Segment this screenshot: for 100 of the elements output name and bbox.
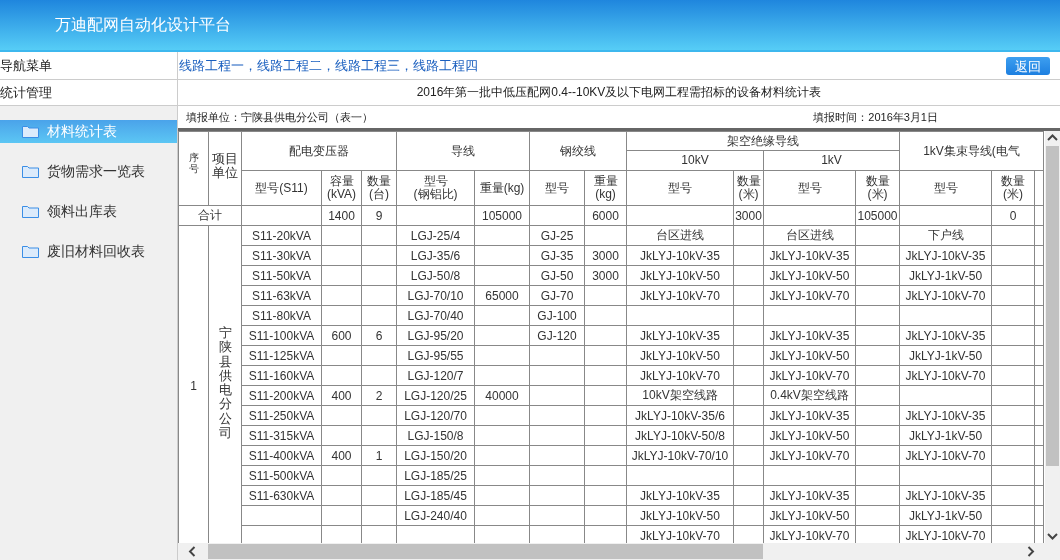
table-cell: JkLYJ-10kV-50 <box>769 508 850 523</box>
column-header: 数量 (米) <box>1001 174 1025 201</box>
table-cell: LGJ-95/55 <box>407 348 464 363</box>
total-value: 105000 <box>482 208 523 223</box>
table-cell: JkLYJ-10kV-70 <box>905 448 986 463</box>
back-button[interactable]: 返回 <box>1006 56 1050 75</box>
table-cell: 台区进线 <box>656 228 704 242</box>
table-cell: GJ-70 <box>540 288 574 303</box>
table-cell: JkLYJ-10kV-50/8 <box>635 428 725 443</box>
table-cell: JkLYJ-10kV-35 <box>769 408 850 423</box>
fill-date: 填报时间：2016年3月1日 <box>813 109 938 125</box>
table-cell: JkLYJ-10kV-70 <box>905 368 986 383</box>
column-header: 导线 <box>451 143 475 158</box>
table-cell: JkLYJ-10kV-50 <box>769 348 850 363</box>
table-cell: LGJ-185/25 <box>404 468 467 483</box>
section-label: 统计管理 <box>0 83 52 102</box>
table-cell: LGJ-35/6 <box>410 248 461 263</box>
table-cell: LGJ-70/40 <box>407 308 464 323</box>
table-cell: LGJ-50/8 <box>410 268 461 283</box>
project-link[interactable]: 线路工程二 <box>257 56 322 75</box>
folder-icon <box>22 165 39 178</box>
sidebar-item[interactable]: 废旧材料回收表 <box>0 240 177 263</box>
table-cell: JkLYJ-10kV-35 <box>769 328 850 343</box>
table-cell: S11-250kVA <box>248 408 315 423</box>
column-header: 数量 (台) <box>367 174 391 201</box>
total-value: 9 <box>375 208 383 223</box>
table-cell: JkLYJ-1kV-50 <box>908 268 983 283</box>
table-cell: JkLYJ-1kV-50 <box>908 348 983 363</box>
column-header: 型号 <box>668 180 692 195</box>
table-cell: JkLYJ-1kV-50 <box>908 508 983 523</box>
table-cell: LGJ-150/20 <box>404 448 467 463</box>
link-separator: ， <box>244 56 257 75</box>
column-header: 容量 (kVA) <box>326 174 357 201</box>
table-cell: GJ-35 <box>540 248 574 263</box>
table-cell: S11-160kVA <box>248 368 315 383</box>
table-cell: 2 <box>375 388 383 403</box>
total-value: 6000 <box>592 208 619 223</box>
folder-icon <box>22 245 39 258</box>
folder-icon <box>22 125 39 138</box>
table-cell: 40000 <box>485 388 519 403</box>
table-cell: 0.4kV架空线路 <box>770 388 849 402</box>
column-header: 数量 (米) <box>865 174 890 201</box>
project-link[interactable]: 线路工程一 <box>179 56 244 75</box>
table-cell: JkLYJ-10kV-35 <box>905 328 986 343</box>
column-header: 型号 <box>797 180 822 195</box>
column-header: 型号 <box>545 180 569 195</box>
table-cell: JkLYJ-10kV-70 <box>905 528 986 543</box>
table-cell: JkLYJ-10kV-70 <box>640 368 720 383</box>
report-title: 2016年第一批中低压配网0.4--10KV及以下电网工程需招标的设备材料统计表 <box>416 84 822 101</box>
table-cell: JkLYJ-10kV-35 <box>769 488 850 503</box>
sidebar-item[interactable]: 货物需求一览表 <box>0 160 177 183</box>
table-cell: 10kV架空线路 <box>642 388 718 402</box>
table-cell: JkLYJ-10kV-35 <box>905 248 986 263</box>
total-label: 合计 <box>198 208 222 222</box>
table-cell: 65000 <box>485 288 519 303</box>
project-link[interactable]: 线路工程三 <box>335 56 400 75</box>
table-cell: JkLYJ-10kV-70 <box>640 528 720 543</box>
table-cell: GJ-120 <box>537 328 577 343</box>
total-value: 3000 <box>735 208 762 223</box>
table-cell: JkLYJ-10kV-50 <box>640 508 720 523</box>
table-cell: LGJ-120/70 <box>404 408 467 423</box>
table-cell: 6 <box>375 328 383 343</box>
table-cell: JkLYJ-10kV-35/6 <box>635 408 725 423</box>
table-cell: GJ-25 <box>540 228 574 243</box>
table-cell: GJ-100 <box>537 308 577 323</box>
table-cell: S11-80kVA <box>252 308 311 323</box>
table-cell: 3000 <box>592 248 619 263</box>
sidebar-item[interactable]: 领料出库表 <box>0 200 177 223</box>
column-header: 架空绝缘导线 <box>727 133 799 148</box>
table-cell: JkLYJ-10kV-35 <box>640 328 720 343</box>
table-cell: JkLYJ-10kV-70 <box>769 288 850 303</box>
table-cell: 400 <box>331 448 352 463</box>
total-value: 0 <box>1009 208 1017 223</box>
link-separator: ， <box>322 56 335 75</box>
column-header: 序号 <box>188 152 199 174</box>
table-cell: S11-100kVA <box>248 328 315 343</box>
table-cell: JkLYJ-10kV-50 <box>769 268 850 283</box>
folder-icon <box>22 205 39 218</box>
table-cell: LGJ-120/7 <box>407 368 464 383</box>
column-header: 重量(kg) <box>479 180 525 195</box>
table-cell: S11-20kVA <box>252 228 311 243</box>
table-cell: LGJ-25/4 <box>410 228 461 243</box>
total-value: 105000 <box>857 208 898 223</box>
table-cell: JkLYJ-10kV-35 <box>640 248 720 263</box>
table-cell: S11-50kVA <box>252 268 311 283</box>
table-cell: GJ-50 <box>540 268 574 283</box>
horizontal-scrollbar[interactable] <box>178 543 1045 560</box>
table-cell: 600 <box>331 328 352 343</box>
table-cell: S11-63kVA <box>252 288 311 303</box>
column-header: 型号(S11) <box>255 180 308 195</box>
column-header: 型号 <box>933 180 958 195</box>
table-cell: JkLYJ-10kV-50 <box>769 428 850 443</box>
project-link[interactable]: 线路工程四 <box>413 56 478 75</box>
table-cell: LGJ-150/8 <box>407 428 464 443</box>
table-cell: S11-400kVA <box>248 448 315 463</box>
table-cell: JkLYJ-10kV-35 <box>905 488 986 503</box>
column-header: 钢绞线 <box>560 143 596 158</box>
total-value: 1400 <box>328 208 355 223</box>
fill-unit: 填报单位：宁陕县供电分公司（表一） <box>186 109 373 125</box>
vertical-scrollbar[interactable] <box>1045 131 1060 560</box>
